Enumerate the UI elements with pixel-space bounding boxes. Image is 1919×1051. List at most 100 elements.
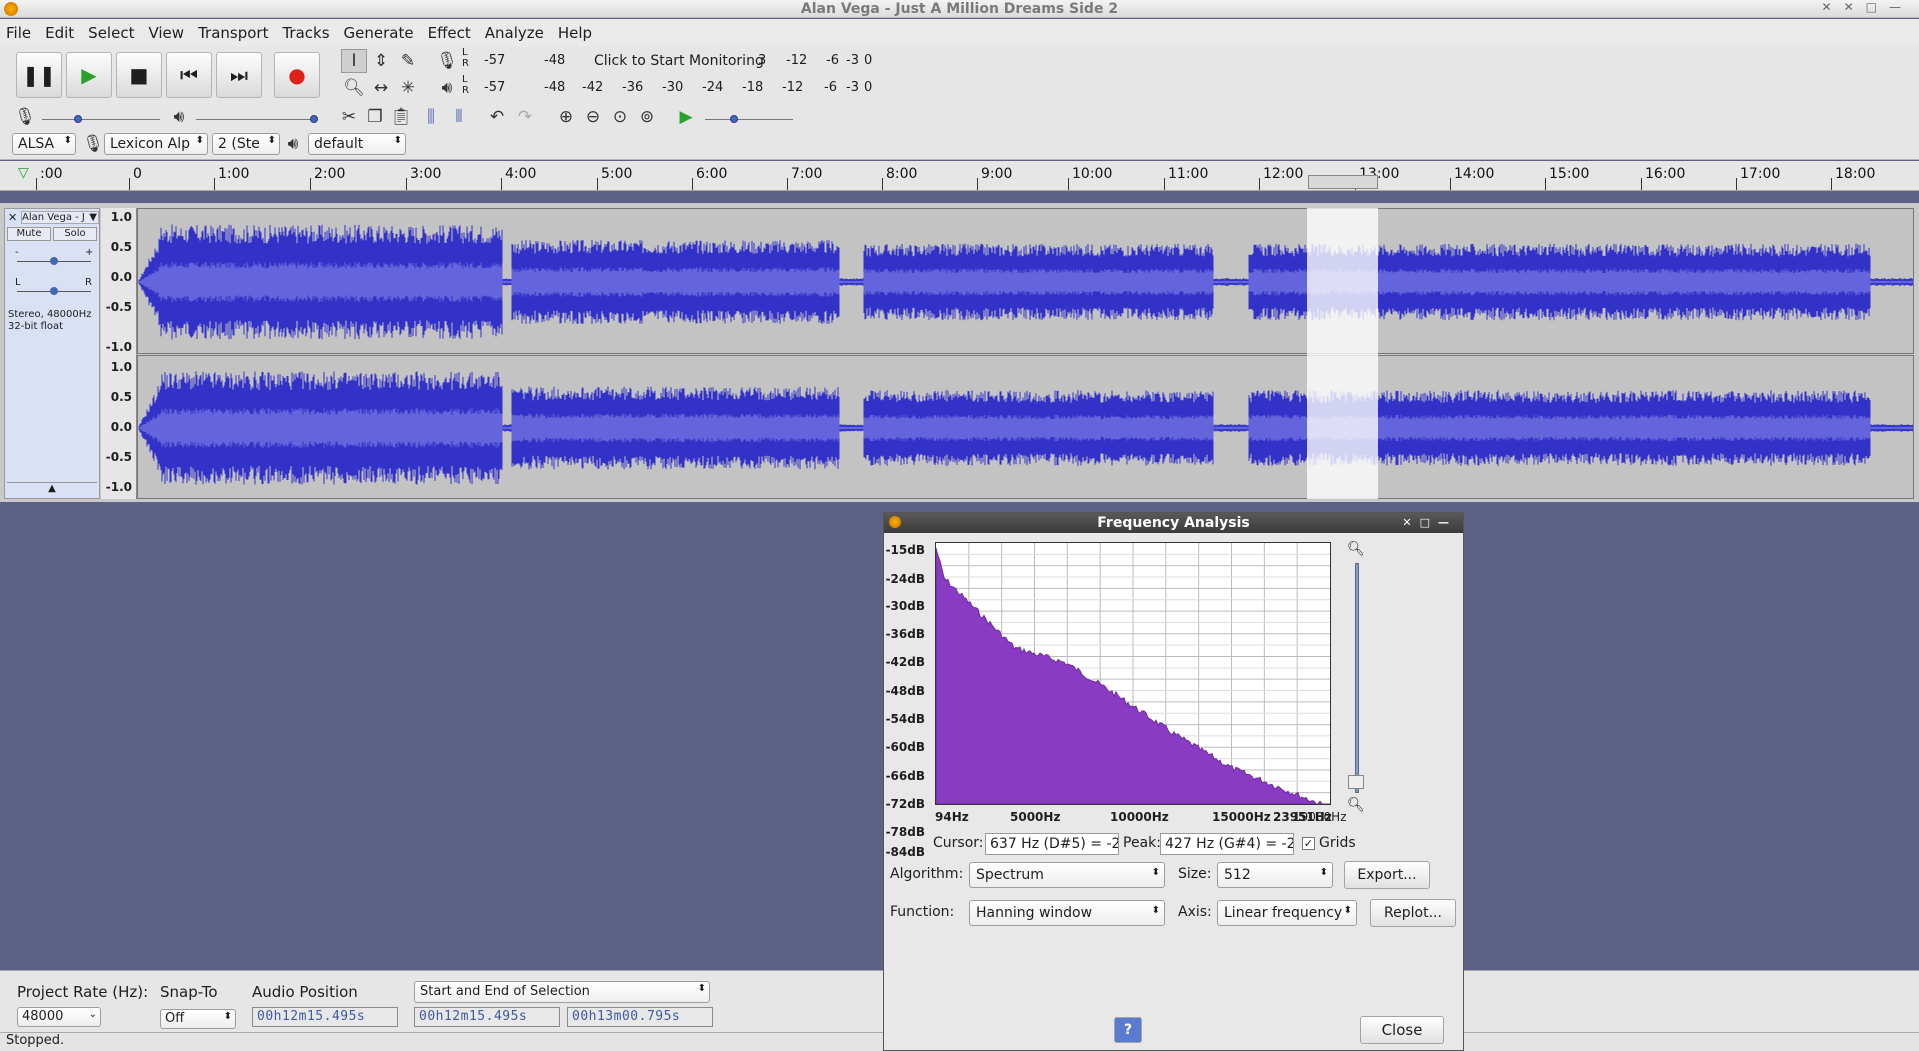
selection-end-field[interactable]: 00h13m00.795s [567,1007,713,1027]
size-select[interactable]: 512 ⬍ [1217,862,1333,888]
vertical-zoom-slider[interactable] [1355,563,1359,793]
playback-volume-slider[interactable] [196,119,314,120]
close-button[interactable]: Close [1360,1016,1444,1044]
playback-volume-knob[interactable] [310,115,318,123]
microphone-icon: 🎙︎ [436,51,458,71]
menu-view[interactable]: View [148,24,184,42]
play-meter-speaker[interactable]: 🔊︎ [434,76,460,100]
audio-position-label: Audio Position [252,983,358,1001]
zoom-in-icon[interactable]: 🔍︎ [1347,541,1365,557]
trim-button[interactable]: ⫼ [418,105,444,129]
menu-file[interactable]: File [6,24,31,42]
gain-knob[interactable] [50,257,58,265]
snap-to-select[interactable]: Off ⬍ [160,1009,236,1029]
menu-transport[interactable]: Transport [198,24,268,42]
dialog-window-controls[interactable]: ✕□— [1402,513,1457,533]
play-icon: ▶ [679,107,693,127]
draw-tool[interactable]: ✎ [395,49,421,73]
zoom-tool[interactable]: 🔍︎ [341,76,367,100]
play-speed-knob[interactable] [730,115,738,123]
pause-button[interactable]: ❚❚ [16,52,62,98]
selection-highlight[interactable] [1307,208,1378,499]
waveform-right-channel[interactable] [137,355,1914,499]
selection-range-marker[interactable] [1308,175,1378,189]
play-speed-slider[interactable] [705,119,793,120]
grids-checkbox[interactable]: ✓ [1302,837,1315,850]
audio-host-select[interactable]: ALSA ⬍ [12,133,76,155]
meter-label: -6 [826,53,839,68]
window-titlebar: Alan Vega - Just A Million Dreams Side 2… [0,0,1919,18]
hz-label: 94Hz [935,810,969,824]
pan-right-label: R [85,277,92,288]
hz-label: 15000Hz [1212,810,1271,824]
mute-button[interactable]: Mute [7,227,51,241]
click-to-monitor-label[interactable]: Click to Start Monitoring [594,53,764,69]
record-meter-mic[interactable]: 🎙︎ [434,49,460,73]
play-at-speed-button[interactable]: ▶ [673,105,699,129]
envelope-tool[interactable]: ⇕ [368,49,394,73]
menu-select[interactable]: Select [88,24,134,42]
timeline-tick: 11:00 [1163,166,1209,190]
zoom-out-button[interactable]: ⊖ [580,105,606,129]
recording-device-select[interactable]: Lexicon Alp ⬍ [104,133,208,155]
axis-select[interactable]: Linear frequency ⬍ [1217,900,1357,926]
menu-help[interactable]: Help [558,24,592,42]
fit-selection-button[interactable]: ⊙ [607,105,633,129]
zoom-out-icon[interactable]: 🔍︎ [1347,797,1365,813]
menu-tracks[interactable]: Tracks [282,24,329,42]
copy-button[interactable]: ❐ [362,105,388,129]
paste-button[interactable]: 📋︎ [388,105,414,129]
playback-device-select[interactable]: default ⬍ [308,133,406,155]
audio-position-field[interactable]: 00h12m15.495s [252,1007,398,1027]
replot-button[interactable]: Replot... [1370,899,1456,927]
collapse-track-button[interactable]: ▲ [7,482,97,496]
grids-label: Grids [1319,835,1356,851]
silence-button[interactable]: ⫴ [446,105,472,129]
redo-button[interactable]: ↷ [512,105,538,129]
spectrum-plot[interactable] [935,542,1331,805]
solo-button[interactable]: Solo [53,227,97,241]
menu-generate[interactable]: Generate [344,24,414,42]
cursor-field[interactable]: 637 Hz (D#5) = -22 dB [985,833,1119,855]
selection-tool[interactable]: I [341,49,367,73]
vertical-zoom-thumb[interactable] [1348,775,1364,789]
skip-start-button[interactable]: ⏮ [166,52,212,98]
menu-analyze[interactable]: Analyze [485,24,544,42]
project-rate-select[interactable]: 48000 ⌄ [17,1007,101,1027]
fit-project-button[interactable]: ⊚ [634,105,660,129]
menu-edit[interactable]: Edit [45,24,74,42]
play-button[interactable]: ▶ [66,52,112,98]
undo-button[interactable]: ↶ [484,105,510,129]
algorithm-select[interactable]: Spectrum ⬍ [969,862,1165,888]
selection-mode-select[interactable]: Start and End of Selection ⬍ [414,981,710,1003]
timeline-tick: 8:00 [881,166,918,190]
menu-effect[interactable]: Effect [428,24,471,42]
function-select[interactable]: Hanning window ⬍ [969,900,1165,926]
waveform-left-channel[interactable] [137,208,1914,354]
selection-start-field[interactable]: 00h12m15.495s [414,1007,560,1027]
help-button[interactable]: ? [1114,1017,1142,1043]
record-button[interactable]: ● [274,52,320,98]
zoom-in-icon: ⊕ [558,107,574,127]
timeshift-tool[interactable]: ↔ [368,76,394,100]
microphone-icon: 🎙︎ [14,107,36,127]
pan-knob[interactable] [50,287,58,295]
recording-volume-knob[interactable] [74,115,82,123]
playback-meter[interactable]: -57 -48 -42 -36 -30 -24 -18 -12 -6 -3 0 [474,77,874,99]
zoom-in-button[interactable]: ⊕ [553,105,579,129]
export-button[interactable]: Export... [1344,861,1430,889]
stop-button[interactable]: ■ [116,52,162,98]
timeline-ruler[interactable]: ▽ :00 0 1:00 2:00 3:00 4:00 5:00 6:00 7:… [0,161,1919,191]
window-controls[interactable]: ✕✕□— [1822,0,1913,14]
multi-tool[interactable]: ✳ [395,76,421,100]
cut-button[interactable]: ✂ [336,105,362,129]
peak-field[interactable]: 427 Hz (G#4) = -20.3 d [1160,833,1294,855]
record-meter[interactable]: -57 -48 Click to Start Monitoring 3 -12 … [474,50,874,72]
recording-volume-slider[interactable] [42,119,160,120]
track-name-menu[interactable]: Alan Vega - J ▼ [21,211,99,224]
skip-end-button[interactable]: ⏭ [216,52,262,98]
track-close-button[interactable]: ✕ [8,211,17,224]
play-head-icon[interactable]: ▽ [18,165,29,181]
recording-channels-select[interactable]: 2 (Ste ⬍ [212,133,280,155]
record-icon: ● [288,63,306,87]
